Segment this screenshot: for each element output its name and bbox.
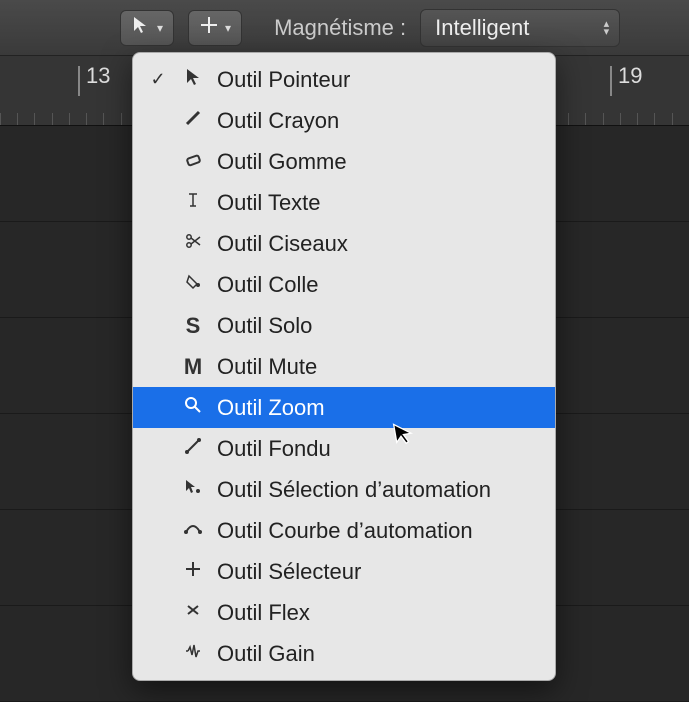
menu-item-pointer[interactable]: ✓ Outil Pointeur (133, 59, 555, 100)
snap-mode-value: Intelligent (435, 15, 529, 41)
fade-icon (179, 436, 207, 462)
marquee-icon (179, 559, 207, 585)
snap-label: Magnétisme : (274, 15, 406, 41)
autosel-icon (179, 477, 207, 503)
pencil-icon (179, 108, 207, 134)
snap-mode-select[interactable]: Intelligent ▴▾ (420, 9, 620, 47)
menu-item-text[interactable]: Outil Texte (133, 182, 555, 223)
tool-menu: ✓ Outil Pointeur Outil Crayon Outil Gomme Ou… (132, 52, 556, 681)
menu-item-label: Outil Colle (217, 272, 541, 298)
menu-item-scissors[interactable]: Outil Ciseaux (133, 223, 555, 264)
menu-item-label: Outil Gomme (217, 149, 541, 175)
flex-icon (179, 600, 207, 626)
menu-item-solo[interactable]: S Outil Solo (133, 305, 555, 346)
menu-item-label: Outil Texte (217, 190, 541, 216)
menu-item-eraser[interactable]: Outil Gomme (133, 141, 555, 182)
solo-icon: S (179, 313, 207, 339)
text-icon (179, 190, 207, 216)
ruler-mark: 13 (78, 66, 110, 96)
menu-item-label: Outil Ciseaux (217, 231, 541, 257)
gain-icon (179, 641, 207, 667)
menu-item-fade[interactable]: Outil Fondu (133, 428, 555, 469)
toolbar: ▾ ▾ Magnétisme : Intelligent ▴▾ (0, 0, 689, 56)
crosshair-icon (199, 15, 219, 40)
menu-item-label: Outil Sélection d’automation (217, 477, 541, 503)
menu-item-marquee[interactable]: Outil Sélecteur (133, 551, 555, 592)
menu-item-label: Outil Crayon (217, 108, 541, 134)
ruler-mark: 19 (610, 66, 642, 96)
mute-icon: M (179, 354, 207, 380)
menu-item-label: Outil Mute (217, 354, 541, 380)
scissors-icon (179, 231, 207, 257)
left-tool-button[interactable]: ▾ (120, 10, 174, 46)
menu-item-autosel[interactable]: Outil Sélection d’automation (133, 469, 555, 510)
pointer-icon (179, 67, 207, 93)
menu-item-label: Outil Pointeur (217, 67, 541, 93)
menu-item-label: Outil Sélecteur (217, 559, 541, 585)
menu-item-label: Outil Flex (217, 600, 541, 626)
autocurve-icon (179, 518, 207, 544)
check-icon: ✓ (147, 69, 169, 90)
menu-item-label: Outil Fondu (217, 436, 541, 462)
menu-item-glue[interactable]: Outil Colle (133, 264, 555, 305)
chevron-down-icon: ▾ (157, 21, 163, 35)
right-tool-button[interactable]: ▾ (188, 10, 242, 46)
glue-icon (179, 272, 207, 298)
zoom-icon (179, 395, 207, 421)
menu-item-label: Outil Solo (217, 313, 541, 339)
menu-item-gain[interactable]: Outil Gain (133, 633, 555, 674)
menu-item-autocurve[interactable]: Outil Courbe d’automation (133, 510, 555, 551)
pointer-icon (131, 15, 151, 40)
menu-item-pencil[interactable]: Outil Crayon (133, 100, 555, 141)
menu-item-zoom[interactable]: Outil Zoom (133, 387, 555, 428)
menu-item-label: Outil Gain (217, 641, 541, 667)
updown-icon: ▴▾ (604, 20, 610, 36)
eraser-icon (179, 149, 207, 175)
menu-item-label: Outil Courbe d’automation (217, 518, 541, 544)
menu-item-flex[interactable]: Outil Flex (133, 592, 555, 633)
chevron-down-icon: ▾ (225, 21, 231, 35)
menu-item-mute[interactable]: M Outil Mute (133, 346, 555, 387)
menu-item-label: Outil Zoom (217, 395, 541, 421)
